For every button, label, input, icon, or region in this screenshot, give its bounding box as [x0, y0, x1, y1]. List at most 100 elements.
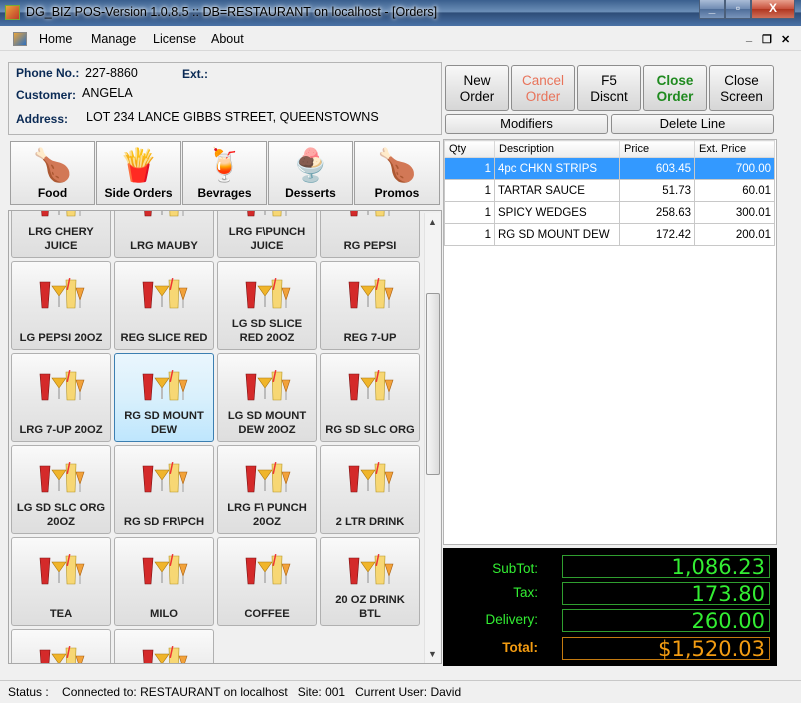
drink-icon [142, 554, 188, 585]
scroll-up-icon[interactable]: ▲ [428, 217, 437, 227]
menu-item-label: RG SD MOUNT DEW [124, 410, 204, 436]
menu-item-button[interactable]: TEA [11, 537, 111, 626]
menu-license[interactable]: License [153, 32, 196, 46]
tax-label: Tax: [513, 585, 538, 600]
menu-item-button[interactable]: COFFEE [217, 537, 317, 626]
menu-manage[interactable]: Manage [91, 32, 136, 46]
menu-item-button[interactable]: LG SD SLICE RED 20OZ [217, 261, 317, 350]
button-label: Cancel [521, 73, 565, 88]
menu-item-button[interactable]: LG SD SLC ORG 20OZ [11, 445, 111, 534]
category-label: Bevrages [197, 186, 252, 200]
menu-item-label: REG SLICE RED [120, 332, 208, 344]
delete-line-button[interactable]: Delete Line [611, 114, 774, 134]
menu-item-button[interactable]: REG SLICE RED [114, 261, 214, 350]
menu-item-button[interactable]: LG PEPSI 20OZ [11, 261, 111, 350]
column-header-qty[interactable]: Qty [444, 140, 495, 158]
menu-item-button[interactable] [11, 629, 111, 663]
close-screen-button[interactable]: Close Screen [709, 65, 774, 111]
mdi-minimize-button[interactable]: _ [746, 31, 752, 43]
maximize-button[interactable]: ▫ [725, 0, 751, 19]
drink-icon [142, 278, 188, 309]
menu-item-button[interactable]: LRG F\PUNCH JUICE [217, 211, 317, 258]
ice-cream-icon: 🍨 [290, 147, 331, 183]
column-header-ext-price[interactable]: Ext. Price [694, 140, 775, 158]
drink-icon [144, 211, 184, 217]
items-scrollbar[interactable]: ▲ ▼ [424, 213, 440, 663]
menu-item-button[interactable]: RG SD SLC ORG [320, 353, 420, 442]
cancel-order-button[interactable]: Cancel Order [511, 65, 575, 111]
category-food-button[interactable]: 🍗 Food [10, 141, 95, 205]
category-desserts-button[interactable]: 🍨 Desserts [268, 141, 353, 205]
minimize-button[interactable]: _ [699, 0, 725, 19]
subtotal-label: SubTot: [492, 561, 538, 576]
category-promos-button[interactable]: 🍗 Promos [354, 141, 440, 205]
tax-value: 173.80 [562, 582, 770, 605]
menu-item-button[interactable]: MILO [114, 537, 214, 626]
ext-label: Ext.: [182, 67, 209, 81]
total-value: $1,520.03 [562, 637, 770, 660]
button-label: Order [459, 89, 495, 104]
status-connection: Connected to: RESTAURANT on localhost [62, 685, 288, 699]
cell-price: 603.45 [619, 157, 695, 180]
menu-item-button[interactable]: RG SD FR\PCH [114, 445, 214, 534]
button-label: Order [525, 89, 561, 104]
scroll-down-icon[interactable]: ▼ [428, 649, 437, 659]
menu-item-button[interactable]: LRG CHERY JUICE [11, 211, 111, 258]
modifiers-button[interactable]: Modifiers [445, 114, 608, 134]
phone-label: Phone No.: [16, 66, 80, 80]
category-beverages-button[interactable]: 🍹 Bevrages [182, 141, 267, 205]
discount-button[interactable]: F5 Discnt [577, 65, 641, 111]
cell-description: SPICY WEDGES [494, 201, 620, 224]
cell-ext-price: 700.00 [694, 157, 775, 180]
category-side-orders-button[interactable]: 🍟 Side Orders [96, 141, 181, 205]
menu-item-button[interactable]: LRG MAUBY [114, 211, 214, 258]
menu-about[interactable]: About [211, 32, 244, 46]
table-row[interactable]: 1 TARTAR SAUCE 51.73 60.01 [444, 179, 775, 202]
close-order-button[interactable]: Close Order [643, 65, 707, 111]
food-icon: 🍗 [32, 147, 73, 183]
menu-item-label: MILO [150, 608, 178, 620]
table-row[interactable]: 1 RG SD MOUNT DEW 172.42 200.01 [444, 223, 775, 246]
mdi-restore-button[interactable]: ❐ [762, 33, 772, 46]
menu-item-label: LRG 7-UP 20OZ [19, 424, 103, 436]
menu-item-button[interactable] [114, 629, 214, 663]
menu-item-label: RG PEPSI [343, 240, 397, 252]
subtotal-value: 1,086.23 [562, 555, 770, 578]
menu-item-button[interactable]: LRG F\ PUNCH 20OZ [217, 445, 317, 534]
mdi-close-button[interactable]: ✕ [781, 33, 790, 46]
column-header-description[interactable]: Description [494, 140, 620, 158]
menu-items-grid: LRG CHERY JUICE LRG MAUBY LRG F\PUNCH JUIC… [8, 210, 442, 664]
menu-item-button[interactable]: LRG 7-UP 20OZ [11, 353, 111, 442]
menu-item-label: REG 7-UP [343, 332, 397, 344]
menu-item-label: LG SD MOUNT DEW 20OZ [227, 410, 307, 436]
cell-description: RG SD MOUNT DEW [494, 223, 620, 246]
drink-icon [142, 370, 188, 401]
column-header-price[interactable]: Price [619, 140, 695, 158]
menu-item-label: LRG F\ PUNCH 20OZ [227, 502, 307, 528]
close-button[interactable]: X [751, 0, 795, 19]
status-bar: Status : Connected to: RESTAURANT on loc… [0, 680, 801, 703]
app-icon [5, 5, 20, 20]
menu-item-label: 2 LTR DRINK [335, 516, 405, 528]
menu-item-button[interactable]: REG 7-UP [320, 261, 420, 350]
menu-item-button[interactable]: RG PEPSI [320, 211, 420, 258]
new-order-button[interactable]: New Order [445, 65, 509, 111]
menu-home[interactable]: Home [39, 32, 72, 46]
menu-item-button[interactable]: 20 OZ DRINK BTL [320, 537, 420, 626]
table-row[interactable]: 1 SPICY WEDGES 258.63 300.01 [444, 201, 775, 224]
scroll-thumb[interactable] [426, 293, 440, 475]
drink-icon [39, 278, 85, 309]
drink-icon [247, 211, 287, 217]
address-field[interactable]: LOT 234 LANCE GIBBS STREET, QUEENSTOWNS [86, 110, 379, 124]
ext-field[interactable] [210, 66, 270, 80]
table-row[interactable]: 1 4pc CHKN STRIPS 603.45 700.00 [444, 157, 775, 180]
drink-icon [142, 462, 188, 493]
customer-field[interactable]: ANGELA [82, 86, 133, 100]
button-label: New [463, 73, 491, 88]
menu-item-button[interactable]: LG SD MOUNT DEW 20OZ [217, 353, 317, 442]
category-label: Side Orders [104, 186, 173, 200]
phone-field[interactable]: 227-8860 [85, 66, 138, 80]
menu-item-button[interactable]: RG SD MOUNT DEW [114, 353, 214, 442]
menu-item-button[interactable]: 2 LTR DRINK [320, 445, 420, 534]
drink-icon [245, 278, 291, 309]
